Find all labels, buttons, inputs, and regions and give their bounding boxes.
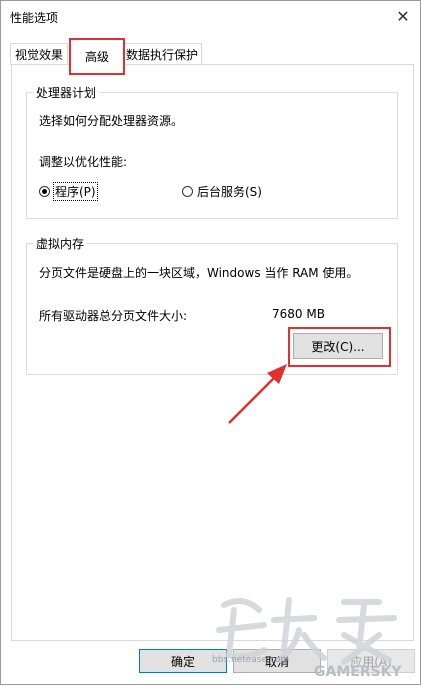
tab-advanced[interactable]: 高级	[69, 38, 125, 75]
button-label: 取消	[264, 654, 289, 669]
button-label: 确定	[170, 654, 195, 669]
red-arrow-icon	[228, 364, 287, 424]
ok-button[interactable]: 确定	[139, 649, 227, 673]
performance-options-window: 性能选项 ✕ 视觉效果 高级 数据执行保护 处理器计划 选择如何分配处理器资源。…	[0, 0, 421, 685]
button-label: 应用(A)	[350, 654, 392, 669]
apply-button[interactable]: 应用(A)	[327, 649, 415, 673]
tab-label: 高级	[84, 50, 109, 64]
cancel-button[interactable]: 取消	[233, 649, 321, 673]
